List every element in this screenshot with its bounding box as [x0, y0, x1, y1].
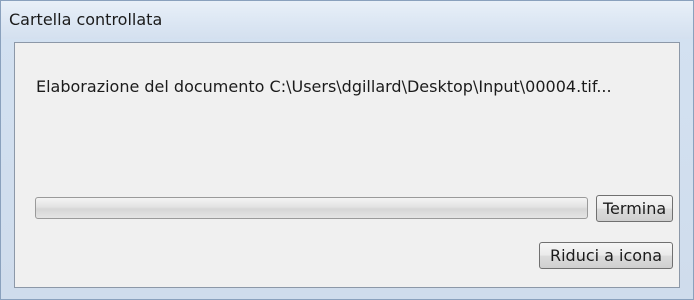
processing-status-text: Elaborazione del documento C:\Users\dgil… [36, 77, 612, 96]
stop-button[interactable]: Termina [596, 195, 673, 222]
progress-bar [35, 197, 588, 219]
window-title: Cartella controllata [9, 10, 163, 29]
title-bar[interactable]: Cartella controllata [1, 1, 693, 39]
watched-folder-window: Cartella controllata Elaborazione del do… [0, 0, 694, 300]
minimize-button[interactable]: Riduci a icona [539, 242, 673, 269]
dialog-body: Elaborazione del documento C:\Users\dgil… [14, 42, 680, 288]
